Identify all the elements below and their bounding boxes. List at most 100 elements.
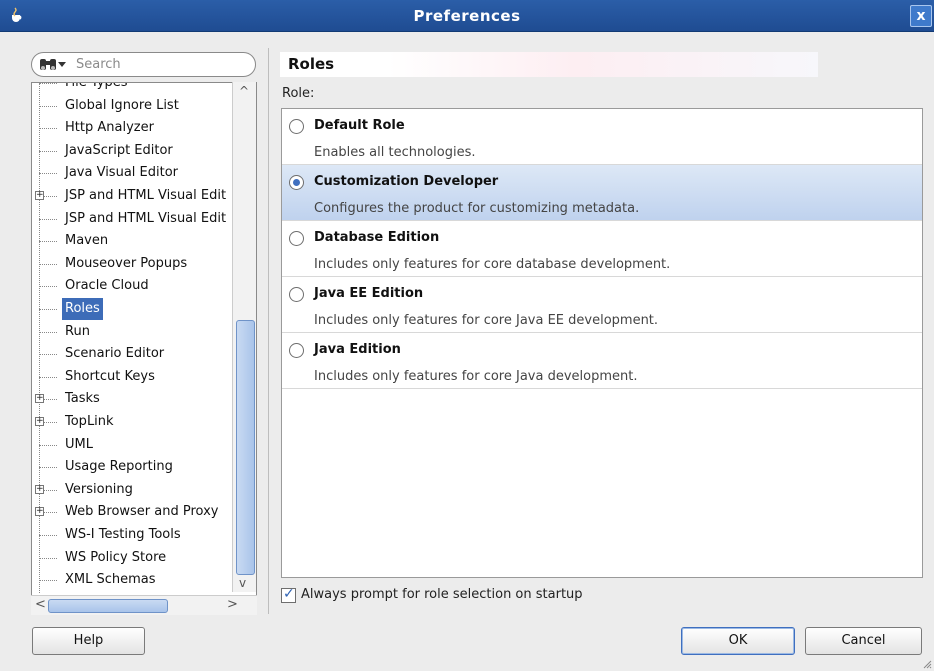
role-label-text: Role: bbox=[282, 86, 315, 101]
tree-branch-line bbox=[39, 128, 57, 130]
resize-grip-icon[interactable] bbox=[922, 659, 932, 669]
tree-item-label[interactable]: Http Analyzer bbox=[62, 117, 157, 139]
tree-item[interactable]: XML Schemas bbox=[32, 569, 232, 591]
tree-branch-line bbox=[39, 105, 57, 107]
expand-icon[interactable]: + bbox=[35, 191, 44, 200]
tree-item[interactable]: + JSP and HTML Visual Edit bbox=[32, 185, 232, 207]
tree-item[interactable]: Http Analyzer bbox=[32, 117, 232, 139]
tree-item-label[interactable]: Oracle Cloud bbox=[62, 275, 152, 297]
chevron-down-icon[interactable] bbox=[58, 62, 66, 67]
tree-item-label[interactable]: Tasks bbox=[62, 388, 103, 410]
cancel-button[interactable]: Cancel bbox=[805, 627, 922, 655]
title-bar: Preferences x bbox=[0, 0, 934, 32]
role-option[interactable]: Database Edition Includes only features f… bbox=[282, 221, 922, 277]
tree-item[interactable]: File Types bbox=[32, 83, 232, 94]
role-name[interactable]: Java EE Edition bbox=[314, 286, 423, 301]
tree-item[interactable]: Scenario Editor bbox=[32, 343, 232, 365]
tree-item-label[interactable]: XML Schemas bbox=[62, 569, 159, 591]
expand-icon[interactable]: + bbox=[35, 394, 44, 404]
tree-item-label[interactable]: Scenario Editor bbox=[62, 343, 167, 365]
radio-button[interactable] bbox=[289, 119, 304, 134]
radio-button[interactable] bbox=[289, 175, 304, 190]
tree-item-label[interactable]: Java Visual Editor bbox=[62, 162, 181, 184]
search-input[interactable] bbox=[74, 55, 249, 74]
tree-item[interactable]: JavaScript Editor bbox=[32, 140, 232, 162]
tree-branch-line bbox=[39, 218, 57, 220]
tree-item[interactable]: + Web Browser and Proxy bbox=[32, 501, 232, 523]
scroll-up-arrow-icon[interactable]: ^ bbox=[239, 84, 249, 98]
search-field[interactable] bbox=[31, 52, 256, 77]
role-option[interactable]: Customization Developer Configures the pr… bbox=[282, 165, 922, 221]
tree-item-label[interactable]: Mouseover Popups bbox=[62, 253, 190, 275]
tree-item[interactable]: JSP and HTML Visual Edit bbox=[32, 208, 232, 230]
radio-button[interactable] bbox=[289, 287, 304, 302]
tree-item[interactable]: WS Policy Store bbox=[32, 547, 232, 569]
tree-item[interactable]: Maven bbox=[32, 230, 232, 252]
expand-icon[interactable]: + bbox=[35, 507, 44, 517]
tree-vertical-scrollbar[interactable]: ^ v bbox=[232, 82, 256, 592]
expand-icon[interactable]: + bbox=[35, 417, 44, 426]
radio-button[interactable] bbox=[289, 343, 304, 358]
tree-item[interactable]: + Tasks bbox=[32, 388, 232, 410]
close-button[interactable]: x bbox=[910, 5, 932, 27]
scroll-down-arrow-icon[interactable]: v bbox=[239, 576, 246, 590]
tree-item-label[interactable]: JSP and HTML Visual Edit bbox=[62, 208, 229, 230]
tree-item[interactable]: Shortcut Keys bbox=[32, 366, 232, 388]
tree-item-label[interactable]: Shortcut Keys bbox=[62, 366, 158, 388]
tree-item[interactable]: WS-I Testing Tools bbox=[32, 524, 232, 546]
tree-item-label[interactable]: Global Ignore List bbox=[62, 95, 182, 117]
role-name[interactable]: Customization Developer bbox=[314, 174, 498, 189]
tree-item[interactable]: Run bbox=[32, 321, 232, 343]
tree-item-label[interactable]: UML bbox=[62, 434, 96, 456]
role-label: Role: bbox=[282, 86, 314, 101]
tree-item-label[interactable]: JSP and HTML Visual Edit bbox=[62, 185, 229, 207]
tree-item-label[interactable]: Web Browser and Proxy bbox=[62, 501, 222, 523]
tree-branch-line bbox=[39, 467, 57, 469]
tree-item[interactable]: + TopLink bbox=[32, 411, 232, 433]
role-option[interactable]: Default Role Enables all technologies. bbox=[282, 109, 922, 165]
tree-branch-line bbox=[39, 354, 57, 356]
binoculars-icon[interactable] bbox=[38, 56, 58, 73]
scroll-left-arrow-icon[interactable]: < bbox=[35, 597, 46, 612]
roles-list[interactable]: Default Role Enables all technologies. Cus… bbox=[281, 108, 923, 578]
role-name[interactable]: Default Role bbox=[314, 118, 405, 133]
preferences-tree[interactable]: File Types Global Ignore List Http Analyze… bbox=[31, 82, 257, 615]
expand-icon[interactable]: + bbox=[35, 484, 44, 494]
tree-item[interactable]: UML bbox=[32, 434, 232, 456]
tree-item[interactable]: Mouseover Popups bbox=[32, 253, 232, 275]
tree-branch-line bbox=[39, 535, 57, 536]
tree-item-label[interactable]: Roles bbox=[62, 298, 103, 320]
tree-item[interactable]: Usage Reporting bbox=[32, 456, 232, 478]
tree-item-label[interactable]: JavaScript Editor bbox=[62, 140, 176, 162]
role-name[interactable]: Database Edition bbox=[314, 230, 439, 245]
radio-button[interactable] bbox=[289, 231, 304, 246]
tree-branch-line bbox=[39, 83, 57, 84]
checkbox[interactable]: ✓ bbox=[281, 586, 296, 603]
tree-item[interactable]: + Versioning bbox=[32, 479, 232, 501]
tree-item-label[interactable]: WS Policy Store bbox=[62, 547, 169, 569]
tree-item[interactable]: Java Visual Editor bbox=[32, 162, 232, 184]
ok-button[interactable]: OK bbox=[681, 627, 795, 655]
role-description: Enables all technologies. bbox=[314, 145, 476, 160]
role-name[interactable]: Java Edition bbox=[314, 342, 401, 357]
role-option[interactable]: Java Edition Includes only features for c… bbox=[282, 333, 922, 389]
tree-item[interactable]: Roles bbox=[32, 298, 232, 320]
split-divider[interactable] bbox=[268, 48, 269, 614]
horizontal-scroll-thumb[interactable] bbox=[48, 599, 168, 613]
tree-item-label[interactable]: Usage Reporting bbox=[62, 456, 176, 478]
prompt-checkbox-label[interactable]: Always prompt for role selection on star… bbox=[301, 587, 583, 602]
tree-item-label[interactable]: File Types bbox=[62, 83, 131, 94]
role-description: Includes only features for core database… bbox=[314, 257, 671, 272]
tree-item[interactable]: Global Ignore List bbox=[32, 95, 232, 117]
tree-item[interactable]: Oracle Cloud bbox=[32, 275, 232, 297]
tree-item-label[interactable]: TopLink bbox=[62, 411, 117, 433]
tree-item-label[interactable]: WS-I Testing Tools bbox=[62, 524, 184, 546]
vertical-scroll-thumb[interactable] bbox=[236, 320, 255, 575]
scroll-right-arrow-icon[interactable]: > bbox=[227, 597, 238, 612]
tree-item-label[interactable]: Run bbox=[62, 321, 93, 343]
help-button[interactable]: Help bbox=[32, 627, 145, 655]
tree-item-label[interactable]: Versioning bbox=[62, 479, 136, 501]
role-option[interactable]: Java EE Edition Includes only features fo… bbox=[282, 277, 922, 333]
tree-item-label[interactable]: Maven bbox=[62, 230, 111, 252]
tree-horizontal-scrollbar[interactable]: < > bbox=[31, 595, 257, 615]
